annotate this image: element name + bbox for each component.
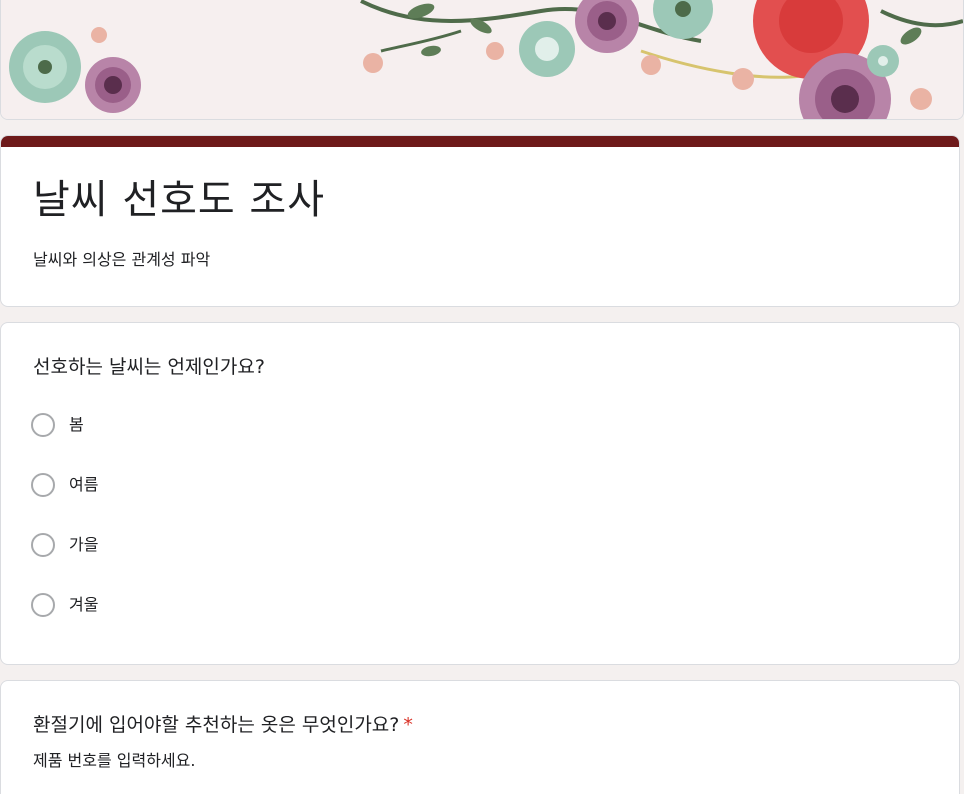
radio-option-summer[interactable]: 여름 — [31, 471, 98, 499]
question-card: 환절기에 입어야할 추천하는 옷은 무엇인가요? * 제품 번호를 입력하세요. — [0, 680, 960, 794]
option-label: 겨울 — [69, 595, 99, 614]
radio-option-autumn[interactable]: 가을 — [31, 531, 98, 559]
question-description: 제품 번호를 입력하세요. — [33, 751, 196, 770]
radio-button[interactable] — [31, 593, 55, 617]
question-title: 환절기에 입어야할 추천하는 옷은 무엇인가요? * — [33, 711, 413, 739]
question-title: 선호하는 날씨는 언제인가요? — [33, 356, 265, 378]
radio-option-spring[interactable]: 봄 — [31, 411, 84, 439]
radio-button[interactable] — [31, 533, 55, 557]
form-description: 날씨와 의상은 관계성 파악 — [33, 250, 211, 269]
radio-option-winter[interactable]: 겨울 — [31, 591, 98, 619]
option-label: 봄 — [69, 415, 84, 434]
form-page: 날씨 선호도 조사 날씨와 의상은 관계성 파악 선호하는 날씨는 언제인가요?… — [0, 0, 964, 794]
question-card: 선호하는 날씨는 언제인가요? 봄 여름 가을 겨울 — [0, 322, 960, 665]
form-accent-bar — [1, 136, 959, 147]
form-title: 날씨 선호도 조사 — [33, 177, 326, 223]
header-banner-image — [0, 0, 964, 120]
floral-banner-illustration — [1, 0, 963, 119]
required-asterisk: * — [403, 714, 413, 736]
option-label: 여름 — [69, 475, 99, 494]
radio-button[interactable] — [31, 413, 55, 437]
form-header-card: 날씨 선호도 조사 날씨와 의상은 관계성 파악 — [0, 135, 960, 307]
option-label: 가을 — [69, 535, 99, 554]
radio-button[interactable] — [31, 473, 55, 497]
question-title-text: 환절기에 입어야할 추천하는 옷은 무엇인가요? — [33, 714, 400, 736]
